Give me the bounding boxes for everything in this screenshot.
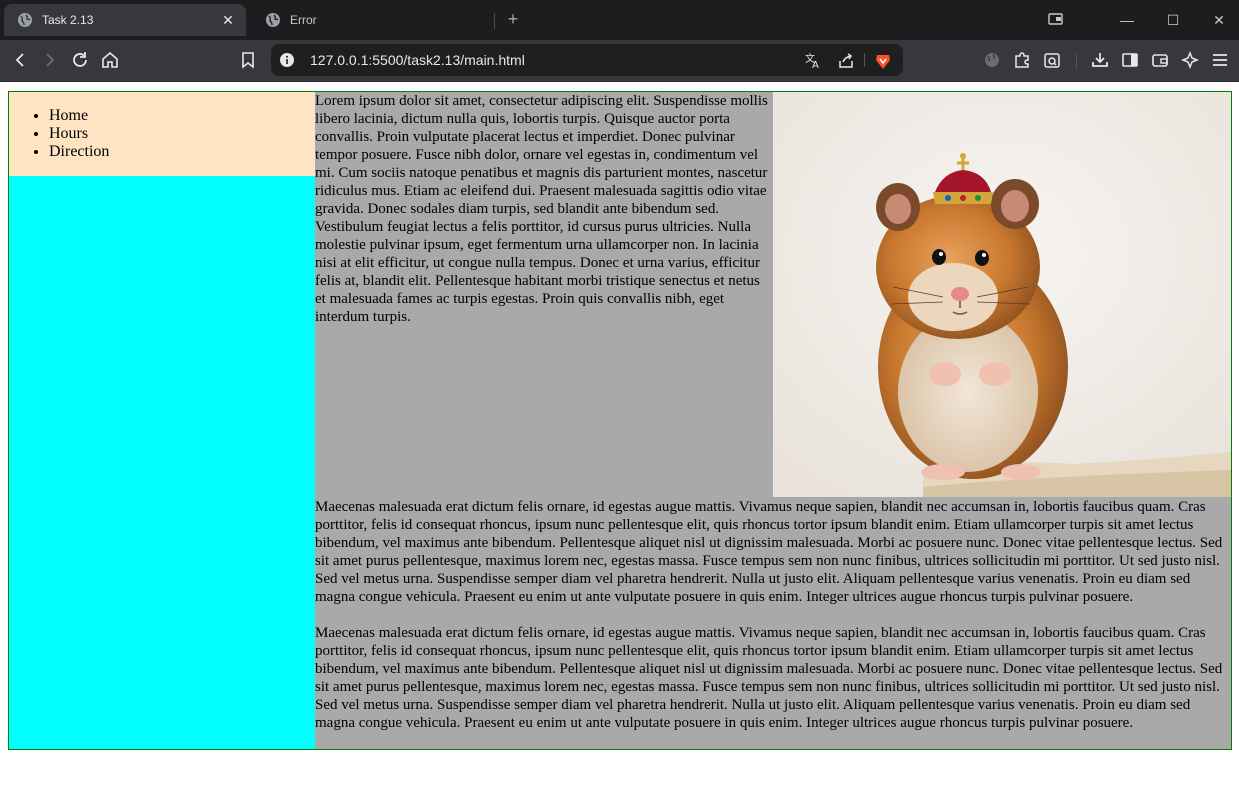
bookmark-icon[interactable] bbox=[238, 50, 258, 70]
svg-text:A: A bbox=[812, 60, 819, 70]
minimize-button[interactable]: — bbox=[1117, 10, 1137, 30]
hamster-with-crown-image bbox=[773, 92, 1231, 497]
tab-strip: Task 2.13 ✕ Error + — ☐ ✕ bbox=[0, 0, 1239, 40]
info-icon[interactable] bbox=[279, 52, 295, 68]
url-divider bbox=[864, 53, 865, 67]
tab-search-icon[interactable] bbox=[1046, 10, 1066, 30]
browser-toolbar: 127.0.0.1:5500/task2.13/main.html 文 A bbox=[0, 40, 1239, 82]
download-icon[interactable] bbox=[1090, 50, 1110, 70]
translate-icon[interactable]: 文 A bbox=[804, 52, 822, 70]
arrow-right-icon[interactable] bbox=[40, 50, 60, 70]
toolbar-divider bbox=[1076, 53, 1077, 69]
brave-lion-icon[interactable] bbox=[874, 52, 892, 70]
maximize-button[interactable]: ☐ bbox=[1163, 10, 1183, 30]
address-bar[interactable]: 127.0.0.1:5500/task2.13/main.html 文 A bbox=[271, 44, 903, 76]
new-tab-button[interactable]: + bbox=[504, 10, 522, 28]
share-icon[interactable] bbox=[837, 52, 855, 70]
close-window-button[interactable]: ✕ bbox=[1209, 10, 1229, 30]
main-content: Lorem ipsum dolor sit amet, consectetur … bbox=[315, 92, 1231, 749]
hamburger-menu-icon[interactable] bbox=[1210, 50, 1230, 70]
leo-ai-icon[interactable] bbox=[1180, 50, 1200, 70]
body-paragraph: Maecenas malesuada erat dictum felis orn… bbox=[315, 625, 1223, 731]
reload-icon[interactable] bbox=[70, 50, 90, 70]
tab-error[interactable]: Error bbox=[252, 4, 492, 36]
tab-title: Error bbox=[290, 13, 317, 27]
wallet-icon[interactable] bbox=[1150, 50, 1170, 70]
nav-item-home[interactable]: Home bbox=[49, 107, 315, 125]
globe-icon[interactable] bbox=[982, 50, 1002, 70]
globe-icon bbox=[266, 13, 280, 27]
nav-list: Home Hours Direction bbox=[9, 92, 315, 161]
tab-task-2-13[interactable]: Task 2.13 ✕ bbox=[4, 4, 246, 36]
page-wrapper: Home Hours Direction Lorem ipsum dolor s… bbox=[8, 91, 1232, 750]
tab-search-icon[interactable] bbox=[1042, 50, 1062, 70]
tab-divider bbox=[494, 13, 495, 29]
nav-menu: Home Hours Direction bbox=[9, 92, 315, 176]
tab-title: Task 2.13 bbox=[42, 13, 94, 27]
puzzle-icon[interactable] bbox=[1012, 50, 1032, 70]
nav-item-direction[interactable]: Direction bbox=[49, 143, 315, 161]
nav-item-hours[interactable]: Hours bbox=[49, 125, 315, 143]
body-paragraph: Maecenas malesuada erat dictum felis orn… bbox=[315, 499, 1223, 605]
url-text[interactable]: 127.0.0.1:5500/task2.13/main.html bbox=[310, 44, 525, 76]
sidebar-icon[interactable] bbox=[1120, 50, 1140, 70]
intro-paragraph: Lorem ipsum dolor sit amet, consectetur … bbox=[315, 93, 768, 325]
home-icon[interactable] bbox=[100, 50, 120, 70]
close-tab-icon[interactable]: ✕ bbox=[220, 12, 236, 28]
globe-icon bbox=[18, 13, 32, 27]
arrow-left-icon[interactable] bbox=[10, 50, 30, 70]
sidebar-panel bbox=[9, 176, 315, 749]
